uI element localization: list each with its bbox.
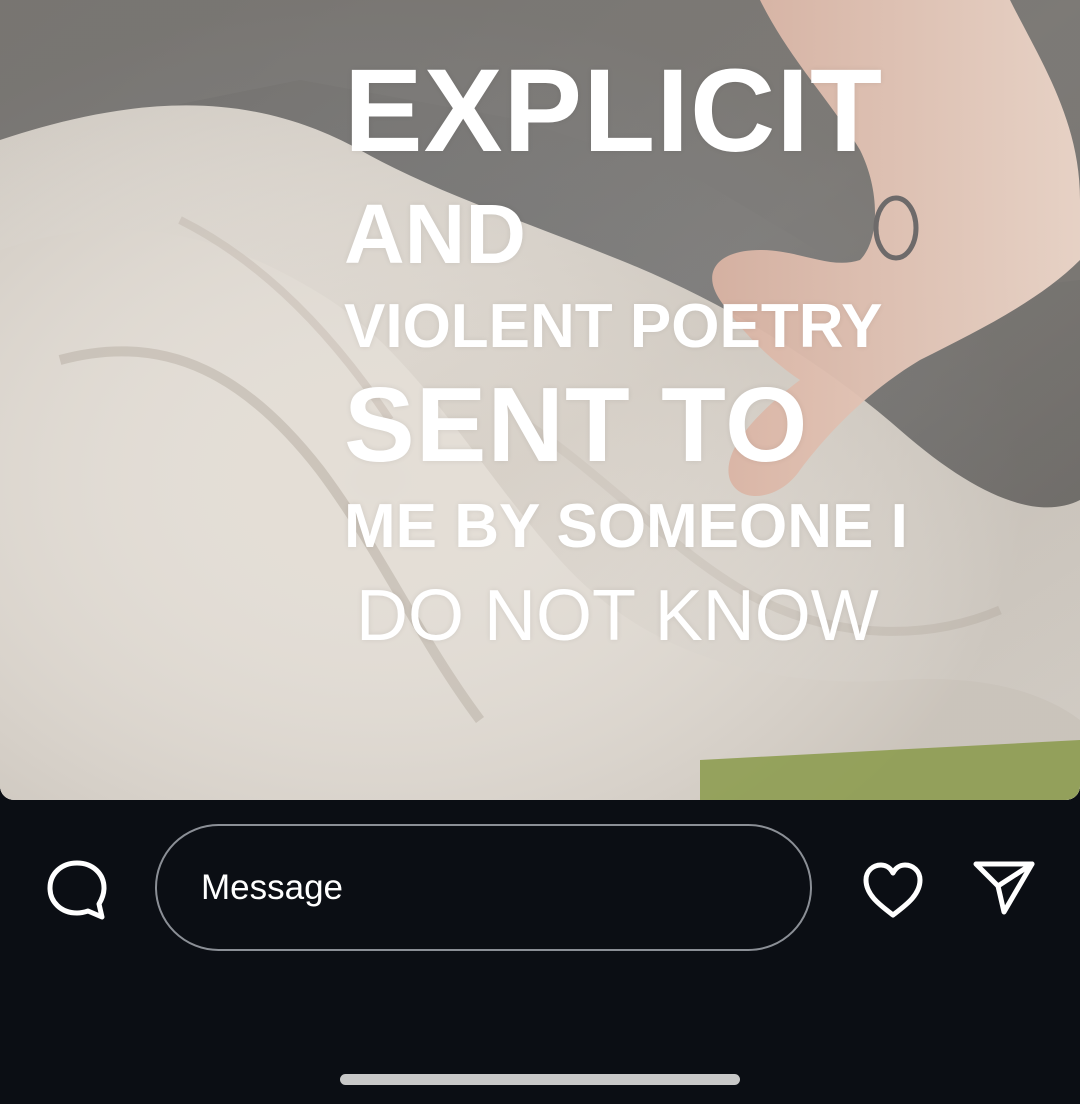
- comment-button[interactable]: [40, 855, 114, 925]
- paper-plane-icon: [973, 861, 1035, 915]
- share-button[interactable]: [966, 852, 1040, 922]
- story-text-line: VIOLENT POETRY: [344, 292, 883, 361]
- story-text-line: AND: [344, 187, 526, 281]
- heart-icon: [863, 862, 923, 918]
- story-text-line: EXPLICIT: [344, 45, 884, 177]
- story-text-overlay: EXPLICIT AND VIOLENT POETRY SENT TO ME B…: [344, 52, 1044, 652]
- story-frame[interactable]: EXPLICIT AND VIOLENT POETRY SENT TO ME B…: [0, 0, 1080, 800]
- message-input[interactable]: [155, 824, 812, 951]
- like-button[interactable]: [856, 855, 930, 925]
- comment-bubble-icon: [47, 860, 107, 920]
- story-text-line: SENT TO: [344, 366, 809, 484]
- home-indicator[interactable]: [340, 1074, 740, 1085]
- story-text-line: ME BY SOMEONE I: [344, 492, 908, 561]
- story-text-line: DO NOT KNOW: [356, 576, 879, 656]
